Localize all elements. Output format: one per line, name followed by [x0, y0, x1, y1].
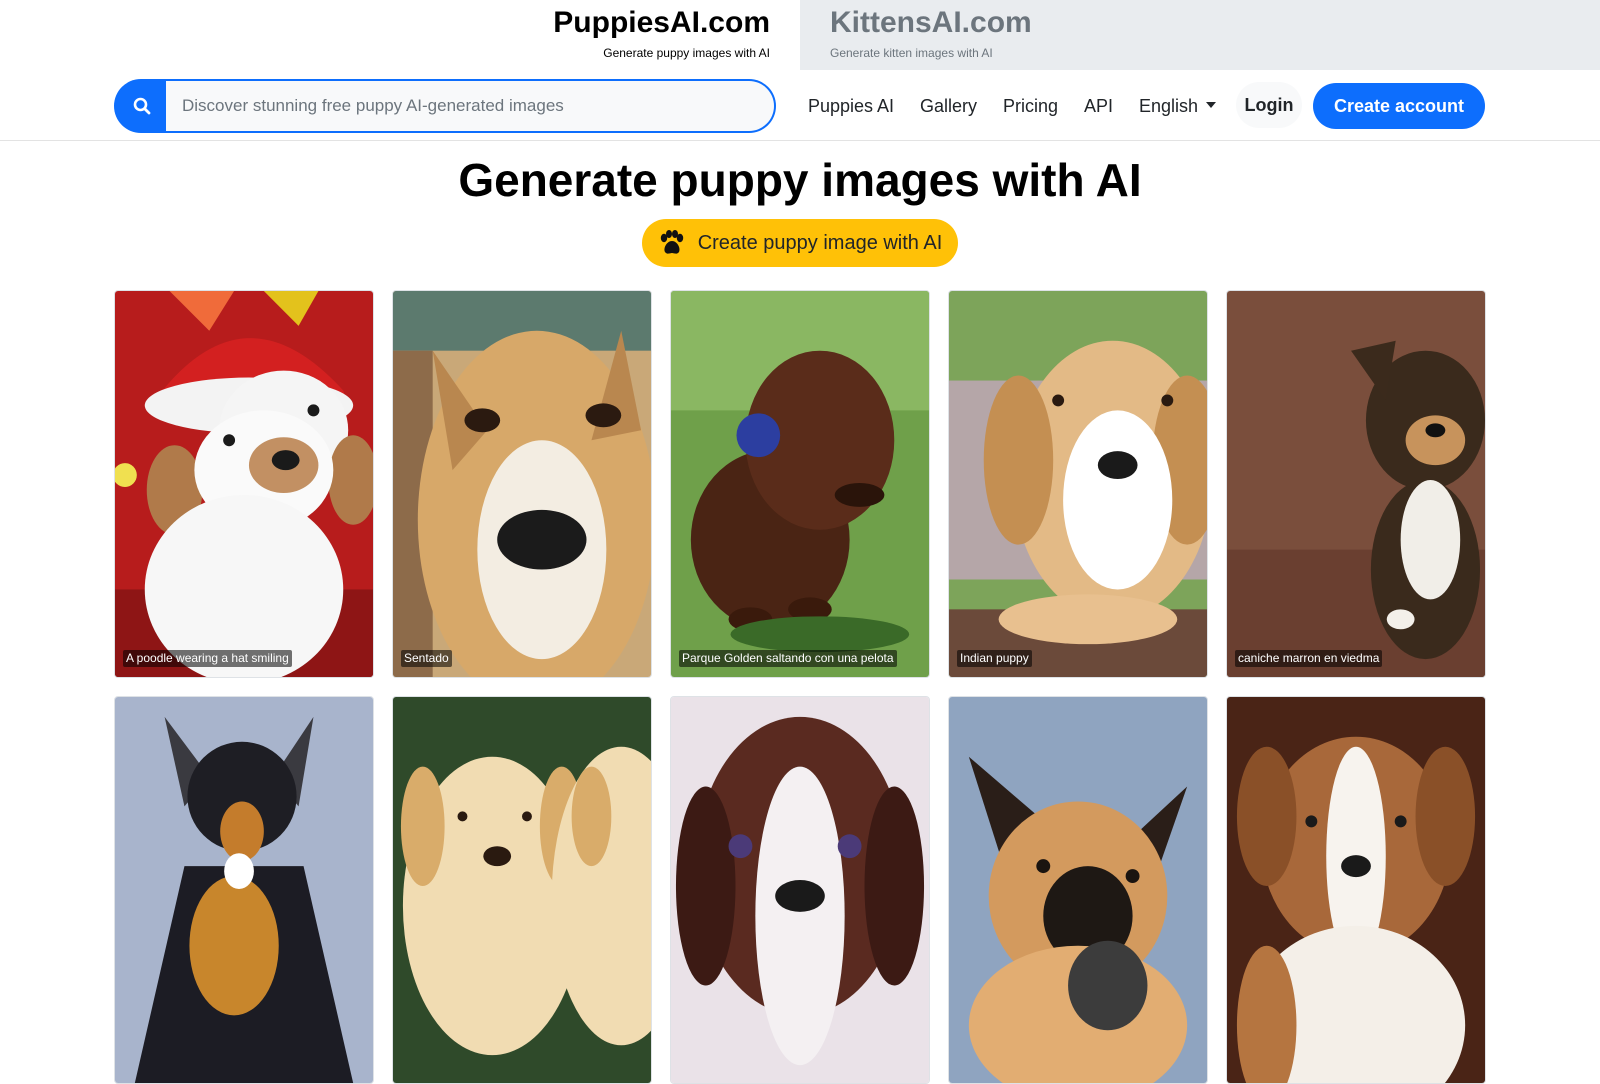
login-button[interactable]: Login	[1236, 82, 1302, 128]
card-caption: A poodle wearing a hat smiling	[123, 650, 292, 667]
search-input[interactable]	[166, 79, 776, 133]
golden-dog-closeup-image	[393, 291, 651, 677]
puppies-site-name[interactable]: PuppiesAI.com	[553, 6, 770, 40]
site-tab-puppies[interactable]: PuppiesAI.com Generate puppy images with…	[0, 0, 800, 70]
gallery-card[interactable]	[670, 696, 930, 1084]
spaniel-puppy-image	[671, 697, 929, 1083]
cta-label: Create puppy image with AI	[697, 231, 943, 254]
search-icon	[133, 97, 151, 115]
nav-gallery[interactable]: Gallery	[920, 94, 977, 118]
create-puppy-image-button[interactable]: Create puppy image with AI	[642, 219, 958, 267]
golden-puppies-image	[393, 697, 651, 1083]
nav-puppies-ai[interactable]: Puppies AI	[808, 94, 894, 118]
card-caption: Sentado	[401, 650, 452, 667]
card-caption: caniche marron en viedma	[1235, 650, 1383, 667]
brown-white-puppy-image	[1227, 697, 1485, 1083]
language-label: English	[1139, 96, 1199, 116]
gallery-card[interactable]: A poodle wearing a hat smiling	[114, 290, 374, 678]
paw-icon	[660, 230, 683, 254]
gallery-card[interactable]: Indian puppy	[948, 290, 1208, 678]
tan-white-puppy-image	[949, 291, 1207, 677]
card-caption: Indian puppy	[957, 650, 1032, 667]
kittens-site-name[interactable]: KittensAI.com	[830, 6, 1032, 40]
kittens-brand[interactable]: KittensAI.com Generate kitten images wit…	[830, 6, 1032, 61]
brown-puppy-sofa-image	[1227, 291, 1485, 677]
gallery-card[interactable]	[948, 696, 1208, 1084]
gallery-card[interactable]: caniche marron en viedma	[1226, 290, 1486, 678]
nav-pricing[interactable]: Pricing	[1003, 94, 1058, 118]
poodle-hat-image	[115, 291, 373, 677]
card-caption: Parque Golden saltando con una pelota	[679, 650, 897, 667]
search-button[interactable]	[114, 79, 170, 133]
gallery-card[interactable]: Sentado	[392, 290, 652, 678]
doberman-image	[115, 697, 373, 1083]
create-account-button[interactable]: Create account	[1313, 83, 1485, 129]
language-dropdown[interactable]: English	[1139, 94, 1217, 118]
kittens-site-tagline: Generate kitten images with AI	[830, 46, 993, 60]
nav-api[interactable]: API	[1084, 94, 1113, 118]
search-bar	[114, 79, 776, 133]
gallery-card[interactable]	[392, 696, 652, 1084]
page-title: Generate puppy images with AI	[458, 154, 1142, 206]
brown-puppy-ball-image	[671, 291, 929, 677]
gallery-card[interactable]: Parque Golden saltando con una pelota	[670, 290, 930, 678]
site-switcher: PuppiesAI.com Generate puppy images with…	[0, 0, 1600, 70]
site-tab-kittens[interactable]: KittensAI.com Generate kitten images wit…	[800, 0, 1600, 70]
gallery-card[interactable]	[114, 696, 374, 1084]
puppies-site-tagline: Generate puppy images with AI	[603, 46, 770, 60]
chevron-down-icon	[1206, 102, 1217, 108]
shepherd-puppy-image	[949, 697, 1207, 1083]
puppies-brand[interactable]: PuppiesAI.com Generate puppy images with…	[553, 6, 770, 61]
navbar: Puppies AI Gallery Pricing API English L…	[0, 70, 1600, 141]
gallery-card[interactable]	[1226, 696, 1486, 1084]
